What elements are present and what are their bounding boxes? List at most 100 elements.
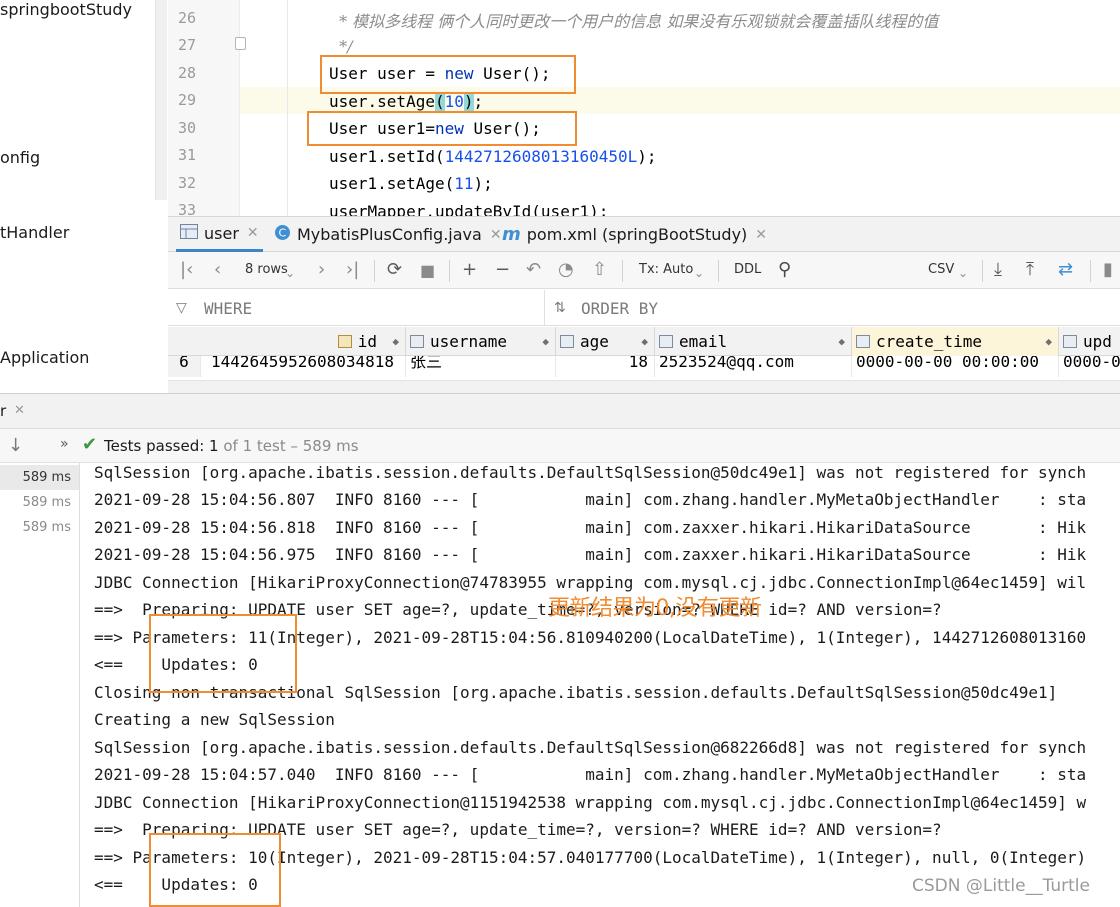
fold-icon[interactable] (235, 37, 246, 50)
sort-icon[interactable]: ◆ (542, 335, 549, 348)
column-icon (1063, 335, 1077, 348)
toolbar-divider (374, 260, 375, 282)
toolbar-divider (622, 260, 623, 282)
next-page-icon[interactable]: › (318, 260, 325, 280)
close-icon[interactable]: ✕ (247, 225, 259, 241)
column-label: id (357, 332, 377, 351)
paren-match: ( (434, 92, 445, 111)
log-line: 2021-09-28 15:04:56.975 INFO 8160 --- [ … (94, 545, 1087, 564)
project-tree: springbootStudy onfig tHandler Applicati… (0, 0, 168, 393)
test-duration[interactable]: 589 ms (23, 470, 71, 485)
arrow-down-icon[interactable]: ↓ (8, 435, 23, 456)
tx-mode[interactable]: Tx: Auto (639, 262, 693, 277)
tab-user[interactable]: user ✕ (176, 217, 263, 252)
column-header-email[interactable]: email ◆ (655, 327, 852, 356)
upload-icon[interactable]: ⤒ (1026, 260, 1034, 280)
check-icon: ✔ (82, 434, 98, 455)
toolbar-divider (1090, 260, 1091, 282)
close-icon[interactable]: ✕ (755, 227, 767, 243)
expand-icon[interactable]: » (60, 436, 69, 452)
row-number-header (168, 327, 201, 356)
log-line: 2021-09-28 15:04:56.807 INFO 8160 --- [ … (94, 490, 1087, 509)
csv-format[interactable]: CSV (928, 262, 954, 277)
where-field[interactable]: WHERE (204, 299, 252, 318)
project-scrollbar[interactable] (155, 0, 167, 200)
project-item-root[interactable]: springbootStudy (0, 0, 132, 19)
grid-horizontal-scrollbar[interactable] (168, 380, 1120, 393)
result-toolbar: |‹ ‹ 8 rows ⌄ › ›| ⟳ ■ + − ↶ ◔ ⇧ Tx: Aut… (168, 252, 1120, 289)
compare-icon[interactable]: ⇄ (1058, 260, 1073, 280)
sort-icon[interactable]: ◆ (392, 335, 399, 348)
rows-count[interactable]: 8 rows (245, 262, 288, 277)
code-editor[interactable]: 26 27 28 29 30 31 32 33 * 模拟多线程 俩个人同时更改一… (168, 0, 1120, 216)
cell-email[interactable]: 2523524@qq.com (655, 356, 852, 377)
preview-icon[interactable]: ◔ (558, 260, 574, 280)
sort-icon[interactable]: ◆ (641, 335, 648, 348)
tab-label: MybatisPlusConfig.java (297, 225, 482, 244)
close-icon[interactable]: ✕ (14, 403, 25, 418)
code-line-33: userMapper.updateById(user1); (329, 202, 609, 216)
column-label: username (430, 332, 508, 351)
add-row-icon[interactable]: + (462, 260, 477, 280)
line-number: 33 (177, 201, 196, 216)
prev-page-icon[interactable]: ‹ (214, 260, 221, 280)
ddl-button[interactable]: DDL (734, 262, 761, 277)
tab-label: user (204, 223, 239, 243)
chevron-down-icon[interactable]: ⌄ (694, 263, 704, 283)
tab-pom[interactable]: m pom.xml (springBootStudy) ✕ (502, 217, 767, 252)
column-header-create-time[interactable]: create_time ◆ (852, 327, 1059, 356)
sort-icon[interactable]: ◆ (838, 335, 845, 348)
search-icon[interactable]: ⚲ (778, 260, 791, 280)
revert-icon[interactable]: ↶ (526, 260, 541, 280)
filter-bar: ▽ WHERE ⇅ ORDER BY (168, 290, 1120, 326)
sort-icon: ⇅ (554, 300, 566, 316)
cell-update-time[interactable]: 0000-0 (1059, 356, 1120, 377)
test-status-count: 1 (209, 437, 219, 455)
cell-create-time[interactable]: 0000-00-00 00:00:00 (852, 356, 1059, 377)
download-icon[interactable]: ⤓ (994, 260, 1002, 280)
stop-icon[interactable]: ■ (420, 261, 435, 281)
column-header-age[interactable]: age ◆ (556, 327, 655, 356)
project-item-config[interactable]: onfig (0, 148, 40, 167)
number-token: 1442712608013160450L (444, 147, 638, 166)
last-page-icon[interactable]: ›| (346, 260, 359, 280)
code-line-29: user.setAge(10); (329, 92, 483, 111)
sort-icon[interactable]: ◆ (1045, 335, 1052, 348)
cell-id[interactable]: 1442645952608034818 (201, 356, 406, 377)
number-token: 11 (454, 174, 474, 193)
close-icon[interactable]: ✕ (490, 227, 502, 243)
comment-text: * 模拟多线程 俩个人同时更改一个用户的信息 如果没有乐观锁就会覆盖插队线程的值 (334, 12, 939, 31)
test-duration[interactable]: 589 ms (23, 520, 71, 535)
code-line-31: user1.setId(1442712608013160450L); (329, 147, 657, 166)
tab-mybatis-config[interactable]: C MybatisPlusConfig.java ✕ (274, 217, 502, 252)
table-row[interactable]: 6 1442645952608034818 张三 18 2523524@qq.c… (168, 356, 1120, 380)
order-by-field[interactable]: ORDER BY (581, 299, 658, 318)
first-page-icon[interactable]: |‹ (180, 260, 193, 280)
run-tab-label[interactable]: r (0, 402, 6, 420)
console-output[interactable]: SqlSession [org.apache.ibatis.session.de… (80, 463, 1120, 907)
cell-username[interactable]: 张三 (406, 356, 556, 377)
annotation-text: 更新结果为0,没有更新 (548, 596, 762, 621)
delete-row-icon[interactable]: − (495, 260, 510, 280)
project-item-handler[interactable]: tHandler (0, 223, 69, 242)
maven-icon: m (502, 224, 521, 245)
log-line: Creating a new SqlSession (94, 710, 335, 729)
column-icon (410, 335, 424, 348)
test-status: Tests passed: 1 of 1 test – 589 ms (104, 437, 359, 455)
column-header-id[interactable]: id ◆ (201, 327, 406, 356)
test-duration[interactable]: 589 ms (23, 495, 71, 510)
chevron-down-icon[interactable]: ⌄ (285, 263, 295, 283)
line-number: 31 (177, 146, 196, 164)
chevron-down-icon[interactable]: ⌄ (958, 263, 968, 283)
editor-tabs: user ✕ C MybatisPlusConfig.java ✕ m pom.… (168, 216, 1120, 252)
reload-icon[interactable]: ⟳ (387, 260, 402, 280)
line-number: 29 (177, 91, 196, 109)
project-item-application[interactable]: Application (0, 348, 89, 367)
test-timing-list: 589 ms 589 ms 589 ms (0, 463, 80, 907)
submit-icon[interactable]: ⇧ (592, 260, 607, 280)
column-header-update-time[interactable]: upd (1059, 327, 1120, 356)
column-header-username[interactable]: username ◆ (406, 327, 556, 356)
line-number: 28 (177, 64, 196, 82)
cell-age[interactable]: 18 (556, 356, 655, 377)
more-icon[interactable]: ▮ (1103, 260, 1113, 280)
